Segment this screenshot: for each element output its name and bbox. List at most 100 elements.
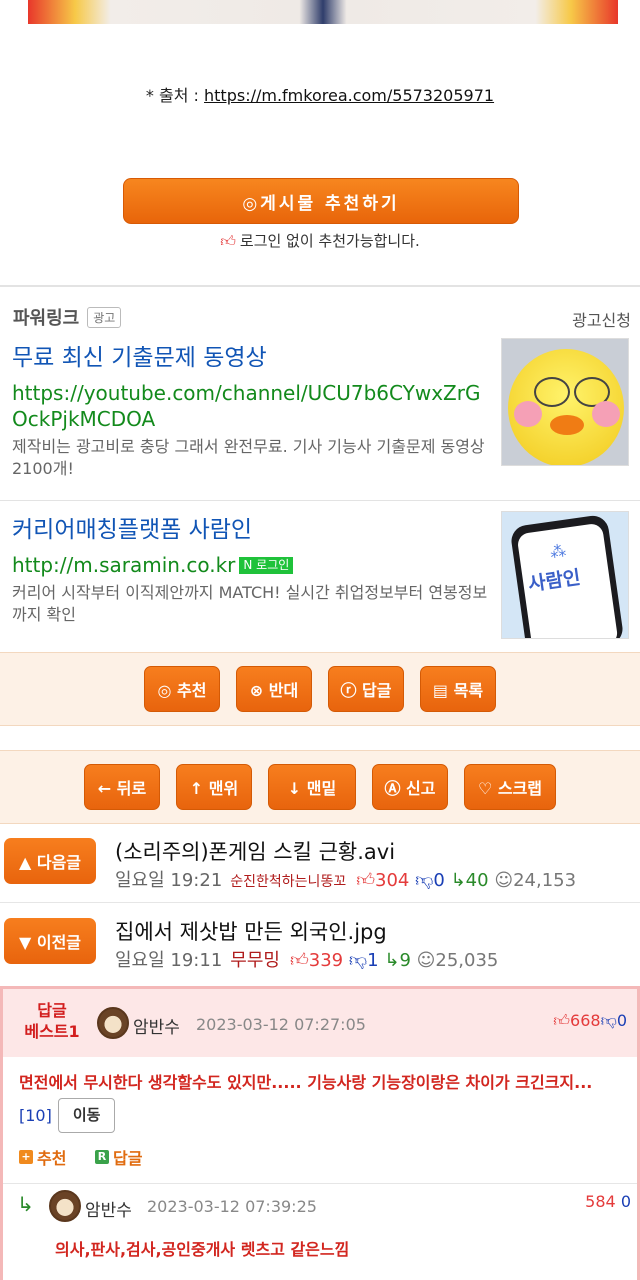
reply-count: 9 — [399, 950, 411, 971]
comment-recommend-label[interactable]: 추천 — [37, 1145, 66, 1169]
comment-author[interactable]: 암반수 — [85, 1196, 132, 1221]
next-post-button[interactable]: ▲ 다음글 — [4, 838, 96, 884]
comment-author[interactable]: 암반수 — [133, 1013, 180, 1038]
ad-image-duck[interactable] — [501, 338, 629, 466]
comment-date: 2023-03-12 07:39:25 — [147, 1197, 317, 1216]
comment-reply-label[interactable]: 답글 — [113, 1145, 142, 1169]
like-count: 339 — [308, 950, 344, 971]
nav-bar: ← 뒤로 ↑ 맨위 ↓ 맨밑 Ⓐ 신고 ♡ 스크랩 — [0, 750, 640, 824]
thumbs-down-icon: 👎︎ — [348, 950, 368, 971]
reply-arrow-icon: ↳ — [17, 1192, 34, 1216]
comment-date: 2023-03-12 07:27:05 — [196, 1015, 366, 1034]
reply-arrow-icon: ↳ — [450, 870, 466, 891]
comment-reply-count: [10] — [19, 1105, 52, 1125]
ad-badge: 광고 — [87, 307, 122, 328]
report-button[interactable]: Ⓐ 신고 — [372, 764, 448, 810]
ad-title[interactable]: 커리어매칭플랫폼 사람인 — [12, 516, 496, 546]
next-post-meta: 일요일 19:21 순진한척하는니똥꼬 👍︎304 👎︎0 ↳40 ☺24,153 — [115, 866, 576, 892]
ad-url[interactable]: http://m.saramin.co.kr N 로그인 — [12, 552, 496, 578]
thumbs-up-icon[interactable]: 👍︎ — [553, 1011, 570, 1030]
powerlink-title: 파워링크 — [13, 308, 80, 329]
next-post-row[interactable]: ▲ 다음글 (소리주의)폰게임 스킬 근황.avi 일요일 19:21 순진한척하… — [0, 828, 640, 898]
source-prefix: * 출처 : — [145, 86, 205, 105]
divider — [0, 285, 640, 287]
dislike-count: 0 — [433, 870, 445, 891]
comment-text: 면전에서 무시한다 생각할수도 있지만..... 기능사랑 기능장이랑은 차이가… — [19, 1069, 629, 1133]
back-button[interactable]: ← 뒤로 — [84, 764, 160, 810]
list-button[interactable]: ▤ 목록 — [420, 666, 496, 712]
best-label: 답글 베스트1 — [17, 1001, 87, 1043]
recommend-note: 👍︎ 로그인 없이 추천가능합니다. — [0, 230, 640, 251]
ad-description: 제작비는 광고비로 충당 그래서 완전무료. 기사 기능사 기출문제 동영상 2… — [12, 436, 485, 479]
post-date: 일요일 19:11 — [115, 950, 223, 971]
ad-image-saramin[interactable]: ⁂ 사람인 — [501, 511, 629, 639]
ad-description: 커리어 시작부터 이직제안까지 MATCH! 실시간 취업정보부터 연봉정보까지… — [12, 582, 488, 625]
plus-icon: + — [19, 1150, 33, 1164]
dislike-count: 1 — [367, 950, 379, 971]
comment-reply-button[interactable]: R 답글 — [95, 1145, 142, 1169]
prev-post-button[interactable]: ▼ 이전글 — [4, 918, 96, 964]
comment-recommend-button[interactable]: + 추천 — [19, 1145, 66, 1169]
duck-beak — [550, 415, 584, 435]
reply-count: 40 — [465, 870, 489, 891]
oppose-button[interactable]: ⊗ 반대 — [236, 666, 312, 712]
ad-url-text[interactable]: http://m.saramin.co.kr — [12, 553, 235, 577]
prev-post-row[interactable]: ▼ 이전글 집에서 제삿밥 만든 외국인.jpg 일요일 19:11 무무밍 👍︎3… — [0, 908, 640, 978]
avatar — [49, 1190, 81, 1222]
recommend-post-button[interactable]: ◎게시물 추천하기 — [123, 178, 519, 224]
post-image-bottom — [28, 0, 618, 24]
duck-cheek-right — [592, 401, 620, 427]
scrap-button[interactable]: ♡ 스크랩 — [464, 764, 556, 810]
ad-item[interactable]: 무료 최신 기출문제 동영상 https://youtube.com/chann… — [12, 344, 496, 481]
reply-comment: ↳ 암반수 2023-03-12 07:39:25 584 0 의사,판사,검사… — [3, 1183, 637, 1280]
thumbs-up-icon: 👍︎ — [220, 232, 236, 250]
view-count: 24,153 — [513, 870, 577, 891]
prev-post-title[interactable]: 집에서 제삿밥 만든 외국인.jpg — [115, 916, 387, 946]
duck-cheek-left — [514, 401, 542, 427]
reply-r-icon: R — [95, 1150, 109, 1164]
next-post-title[interactable]: (소리주의)폰게임 스킬 근황.avi — [115, 836, 395, 866]
view-count: 25,035 — [435, 950, 499, 971]
reply-button[interactable]: ⓡ 답글 — [328, 666, 404, 712]
best-comment-header: 답글 베스트1 암반수 2023-03-12 07:27:05 👍︎668👎︎0 — [3, 989, 637, 1057]
ad-title[interactable]: 무료 최신 기출문제 동영상 — [12, 344, 496, 374]
naver-login-badge: N 로그인 — [239, 556, 294, 575]
thumbs-up-icon: 👍︎ — [289, 950, 309, 971]
comment-votes: 584 0 — [585, 1192, 631, 1211]
post-author: 무무밍 — [230, 950, 280, 971]
recommend-button[interactable]: ◎ 추천 — [144, 666, 220, 712]
post-page: * 출처 : https://m.fmkorea.com/5573205971 … — [0, 0, 640, 1280]
comment-votes: 👍︎668👎︎0 — [553, 1011, 627, 1031]
divider — [0, 902, 640, 903]
bottom-button[interactable]: ↓ 맨밑 — [268, 764, 356, 810]
saramin-logo-icon: ⁂ — [548, 540, 568, 563]
post-date: 일요일 19:21 — [115, 870, 223, 891]
thumbs-up-icon: 👍︎ — [356, 870, 376, 891]
like-count: 668 — [570, 1011, 601, 1030]
ad-item[interactable]: 커리어매칭플랫폼 사람인 http://m.saramin.co.kr N 로그인… — [12, 516, 496, 627]
top-button[interactable]: ↑ 맨위 — [176, 764, 252, 810]
ad-apply-link[interactable]: 광고신청 — [572, 307, 631, 331]
vote-bar: ◎ 추천 ⊗ 반대 ⓡ 답글 ▤ 목록 — [0, 652, 640, 726]
avatar — [97, 1007, 129, 1039]
best-label-line1: 답글 — [37, 1001, 67, 1020]
divider — [0, 500, 640, 501]
views-icon: ☺ — [416, 950, 436, 971]
dislike-count: 0 — [620, 1192, 631, 1211]
glasses-left — [534, 377, 570, 407]
reply-arrow-icon: ↳ — [384, 950, 400, 971]
thumbs-down-icon: 👎︎ — [415, 870, 434, 891]
move-button[interactable]: 이동 — [57, 1097, 116, 1133]
ad-url[interactable]: https://youtube.com/channel/UCU7b6CYwxZr… — [12, 380, 496, 432]
best-label-line2: 베스트1 — [24, 1021, 80, 1041]
comment-text: 의사,판사,검사,공인중개사 렛츠고 같은느낌 — [55, 1240, 350, 1259]
dislike-count: 0 — [616, 1011, 627, 1030]
prev-post-meta: 일요일 19:11 무무밍 👍︎339 👎︎1 ↳9 ☺25,035 — [115, 946, 498, 972]
post-author: 순진한척하는니똥꼬 — [230, 874, 347, 890]
thumbs-down-icon[interactable]: 👎︎ — [601, 1011, 617, 1030]
like-count: 584 — [585, 1192, 616, 1211]
best-comment: 답글 베스트1 암반수 2023-03-12 07:27:05 👍︎668👎︎0… — [0, 986, 640, 1280]
source-line: * 출처 : https://m.fmkorea.com/5573205971 — [0, 82, 640, 106]
powerlink-header: 파워링크 광고 — [13, 304, 122, 330]
source-link[interactable]: https://m.fmkorea.com/5573205971 — [204, 86, 494, 105]
